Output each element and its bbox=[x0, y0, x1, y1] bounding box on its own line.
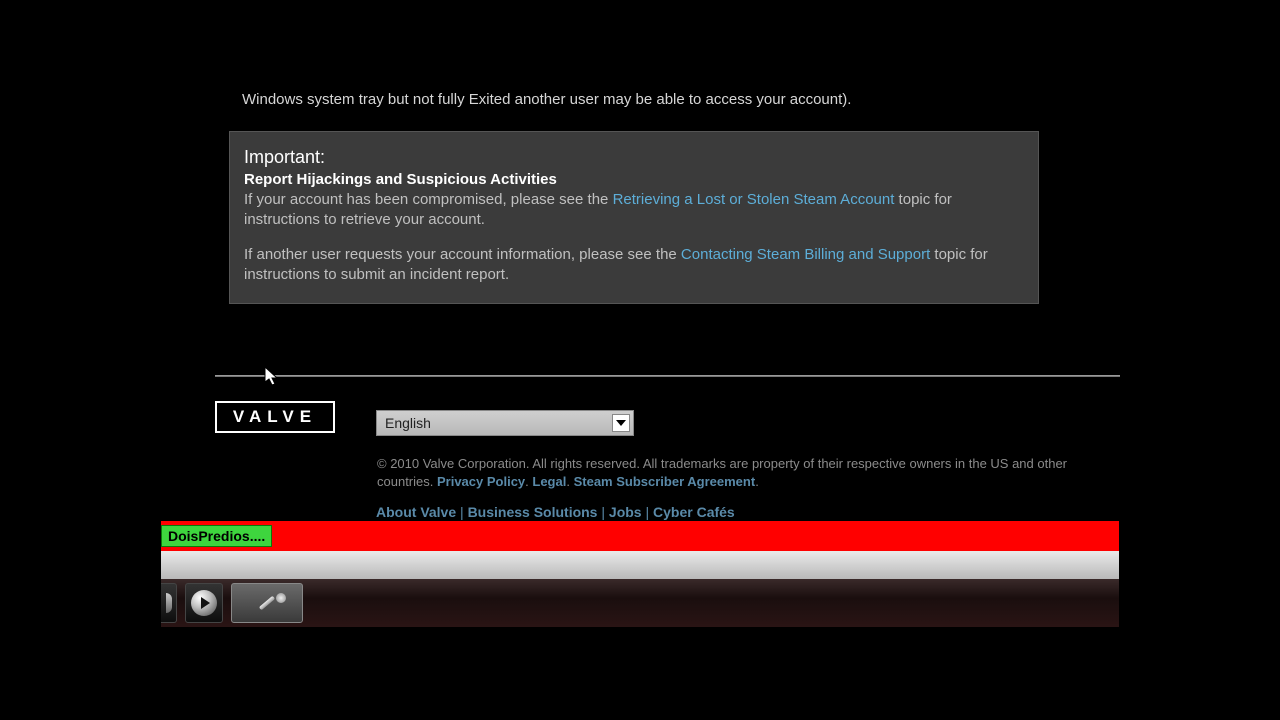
link-legal[interactable]: Legal bbox=[532, 474, 566, 489]
separator: | bbox=[460, 504, 468, 520]
language-selected-value: English bbox=[385, 415, 431, 431]
partial-icon bbox=[166, 593, 172, 613]
dot3: . bbox=[755, 474, 759, 489]
link-cyber-cafes[interactable]: Cyber Cafés bbox=[653, 504, 735, 520]
wrench-icon bbox=[258, 601, 276, 605]
link-contacting-support[interactable]: Contacting Steam Billing and Support bbox=[681, 246, 930, 263]
link-business-solutions[interactable]: Business Solutions bbox=[468, 504, 598, 520]
play-icon bbox=[191, 590, 217, 616]
taskbar-item-partial[interactable] bbox=[161, 583, 177, 623]
important-title: Important: bbox=[244, 147, 1024, 168]
progress-bar-background bbox=[161, 521, 1119, 551]
link-privacy-policy[interactable]: Privacy Policy bbox=[437, 474, 525, 489]
language-select[interactable]: English bbox=[376, 410, 634, 436]
important-box: Important: Report Hijackings and Suspici… bbox=[229, 131, 1039, 304]
chevron-down-icon bbox=[616, 420, 626, 426]
cursor-icon bbox=[264, 366, 280, 388]
dot2: . bbox=[566, 474, 573, 489]
footer-links: About Valve | Business Solutions | Jobs … bbox=[376, 504, 735, 520]
taskbar-item-settings[interactable] bbox=[231, 583, 303, 623]
copyright-text: © 2010 Valve Corporation. All rights res… bbox=[377, 455, 1117, 490]
para-1: If your account has been compromised, pl… bbox=[244, 190, 1024, 231]
toolbar-strip bbox=[161, 551, 1119, 579]
link-subscriber-agreement[interactable]: Steam Subscriber Agreement bbox=[574, 474, 756, 489]
active-tab-label[interactable]: DoisPredios.... bbox=[161, 525, 272, 547]
para-2: If another user requests your account in… bbox=[244, 245, 1024, 286]
divider bbox=[215, 375, 1120, 377]
dropdown-button[interactable] bbox=[612, 414, 630, 432]
para-1-pre: If your account has been compromised, pl… bbox=[244, 191, 613, 208]
taskbar bbox=[161, 579, 1119, 627]
separator: | bbox=[601, 504, 609, 520]
separator: | bbox=[645, 504, 653, 520]
taskbar-item-media-player[interactable] bbox=[185, 583, 223, 623]
intro-text: Windows system tray but not fully Exited… bbox=[242, 91, 851, 108]
valve-logo[interactable]: VALVE bbox=[215, 401, 335, 433]
para-2-pre: If another user requests your account in… bbox=[244, 246, 681, 263]
link-about-valve[interactable]: About Valve bbox=[376, 504, 456, 520]
report-heading: Report Hijackings and Suspicious Activit… bbox=[244, 171, 1024, 188]
link-jobs[interactable]: Jobs bbox=[609, 504, 642, 520]
link-retrieving-account[interactable]: Retrieving a Lost or Stolen Steam Accoun… bbox=[613, 191, 895, 208]
